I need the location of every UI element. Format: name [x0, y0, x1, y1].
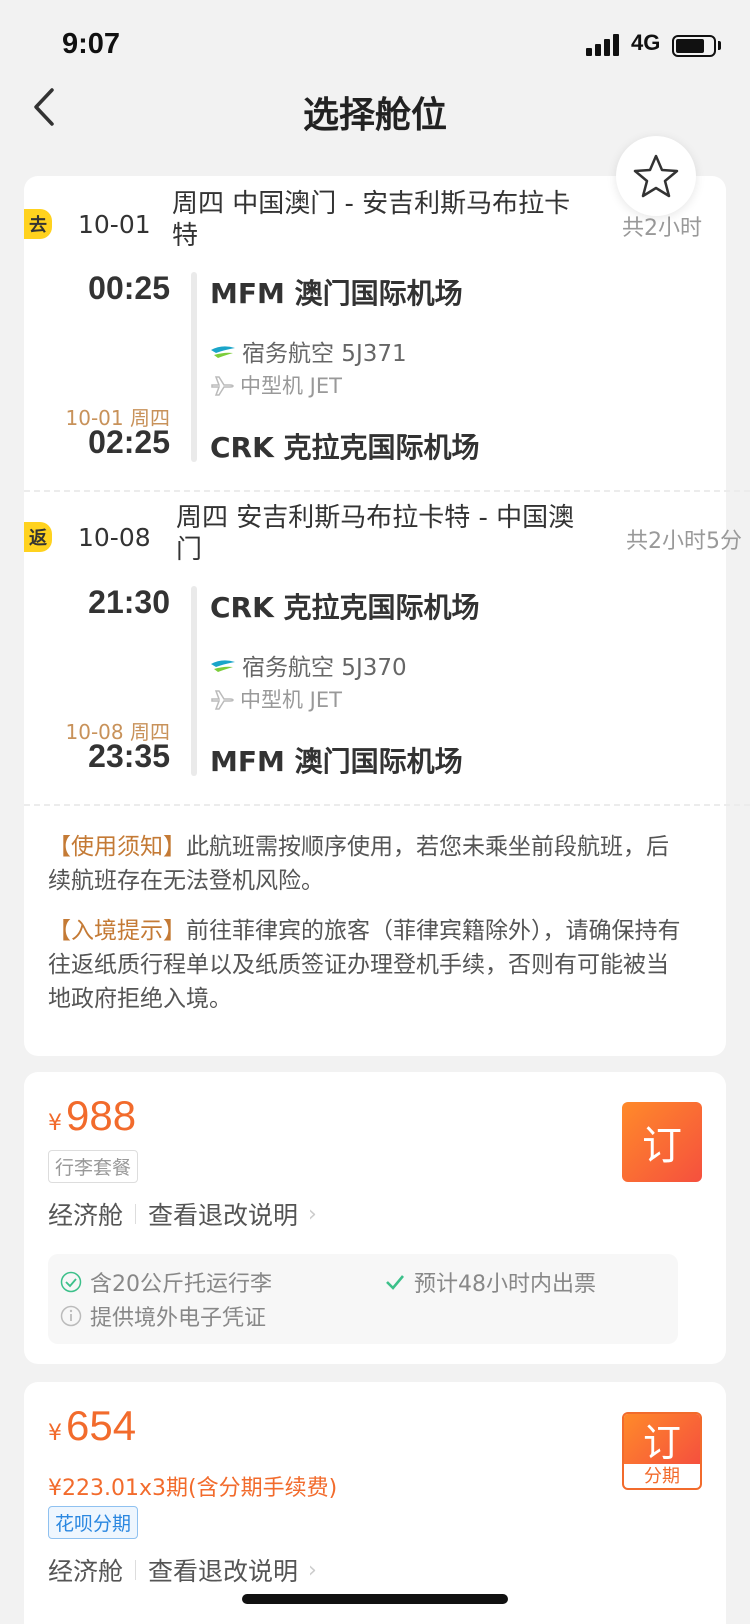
feature-ticketing: 预计48小时内出票 — [384, 1266, 596, 1298]
airline-logo-icon — [211, 660, 235, 672]
refund-rules-link[interactable]: 查看退改说明 — [148, 1552, 298, 1588]
outbound-airline: 宿务航空 5J371 — [210, 334, 407, 368]
separator — [135, 1560, 137, 1580]
book-label: 订 — [624, 1414, 700, 1465]
refund-rules-link[interactable]: 查看退改说明 — [148, 1196, 298, 1232]
return-dep-airport: CRK 克拉克国际机场 — [210, 591, 480, 624]
outbound-dep-airport: MFM 澳门国际机场 — [210, 277, 463, 310]
home-indicator — [242, 1594, 508, 1604]
outbound-arr-airport: CRK 克拉克国际机场 — [210, 431, 480, 464]
status-time: 9:07 — [62, 28, 121, 60]
currency-symbol: ¥ — [48, 1111, 62, 1136]
battery-cap — [718, 41, 721, 50]
installment-label: 分期 — [644, 1466, 680, 1487]
chevron-right-icon: › — [308, 1201, 317, 1227]
outbound-date: 10-01 — [78, 210, 151, 239]
fare-price: ¥ 654 — [48, 1402, 136, 1450]
cabin-row: 经济舱 查看退改说明 › — [48, 1552, 317, 1588]
cabin-class: 经济舱 — [48, 1201, 124, 1230]
usage-notice: 【使用须知】此航班需按顺序使用，若您未乘坐前段航班，后续航班存在无法登机风险。 — [48, 830, 688, 898]
return-airline: 宿务航空 5J370 — [210, 648, 407, 682]
return-arr-airport: MFM 澳门国际机场 — [210, 745, 463, 778]
return-timeline — [191, 586, 197, 776]
fare-features: 含20公斤托运行李 预计48小时内出票 提供境外电子凭证 — [48, 1254, 678, 1344]
fare-price: ¥ 988 — [48, 1092, 136, 1140]
book-installment-button[interactable]: 订 分期 — [622, 1412, 702, 1490]
feature-ticketing-text: 预计48小时内出票 — [414, 1272, 596, 1297]
separator — [135, 1204, 137, 1224]
price-value: 654 — [66, 1402, 137, 1449]
divider — [24, 490, 750, 492]
entry-notice-label: 【入境提示】 — [48, 918, 186, 944]
usage-notice-label: 【使用须知】 — [48, 834, 186, 860]
flight-info-card: 去 10-01 周四 中国澳门 - 安吉利斯马布拉卡特 共2小时 00:25 M… — [24, 176, 750, 1056]
price-value: 988 — [66, 1092, 137, 1139]
cabin-row: 经济舱 查看退改说明 › — [48, 1196, 317, 1232]
plane-icon — [211, 690, 234, 710]
signal-icon — [586, 34, 622, 56]
check-circle-icon — [60, 1271, 82, 1293]
book-button[interactable]: 订 — [622, 1102, 702, 1182]
outbound-dep-time: 00:25 — [88, 270, 170, 306]
outbound-timeline — [191, 272, 197, 462]
outbound-aircraft: 中型机 JET — [210, 370, 342, 400]
feature-baggage-text: 含20公斤托运行李 — [90, 1272, 272, 1297]
page-title: 选择舱位 — [302, 95, 447, 136]
entry-notice: 【入境提示】前往菲律宾的旅客（菲律宾籍除外），请确保持有往返纸质行程单以及纸质签… — [48, 914, 688, 1016]
star-icon — [633, 154, 679, 198]
outbound-arr-time: 02:25 — [88, 424, 170, 460]
return-route: 周四 安吉利斯马布拉卡特 - 中国澳门 — [176, 503, 575, 565]
return-aircraft-text: 中型机 JET — [240, 688, 342, 712]
baggage-package-chip: 行李套餐 — [48, 1150, 139, 1183]
return-arr-time: 23:35 — [88, 738, 170, 774]
outbound-tag: 去 — [24, 209, 52, 239]
battery-icon — [672, 35, 716, 57]
return-airline-text: 宿务航空 5J370 — [242, 655, 407, 681]
currency-symbol: ¥ — [48, 1421, 62, 1446]
chevron-right-icon: › — [308, 1557, 317, 1583]
fare-card-installment: ¥ 654 ¥223.01x3期(含分期手续费) 花呗分期 经济舱 查看退改说明… — [24, 1382, 726, 1624]
plane-icon — [211, 376, 234, 396]
return-date: 10-08 — [78, 523, 151, 552]
return-dep-time: 21:30 — [88, 584, 170, 620]
huabei-installment-chip: 花呗分期 — [48, 1506, 139, 1539]
outbound-aircraft-text: 中型机 JET — [240, 374, 342, 398]
return-aircraft: 中型机 JET — [210, 684, 342, 714]
installment-text: ¥223.01x3期(含分期手续费) — [48, 1476, 338, 1501]
outbound-route: 周四 中国澳门 - 安吉利斯马布拉卡特 — [172, 189, 571, 251]
divider — [24, 804, 750, 806]
airline-logo-icon — [211, 346, 235, 358]
feature-voucher-text: 提供境外电子凭证 — [90, 1306, 267, 1331]
return-tag: 返 — [24, 522, 52, 552]
check-icon — [386, 1275, 404, 1290]
info-icon — [60, 1305, 82, 1327]
return-duration: 共2小时5分 — [626, 529, 742, 554]
network-label: 4G — [631, 30, 661, 55]
cabin-class: 经济舱 — [48, 1557, 124, 1586]
feature-baggage: 含20公斤托运行李 — [60, 1266, 272, 1298]
outbound-airline-text: 宿务航空 5J371 — [242, 341, 407, 367]
feature-voucher: 提供境外电子凭证 — [60, 1300, 266, 1332]
nav-bar: 选择舱位 — [0, 70, 750, 150]
fare-card-baggage: ¥ 988 行李套餐 经济舱 查看退改说明 › 订 含20公斤托运行李 预计48… — [24, 1072, 726, 1364]
favorite-button[interactable] — [616, 136, 696, 216]
